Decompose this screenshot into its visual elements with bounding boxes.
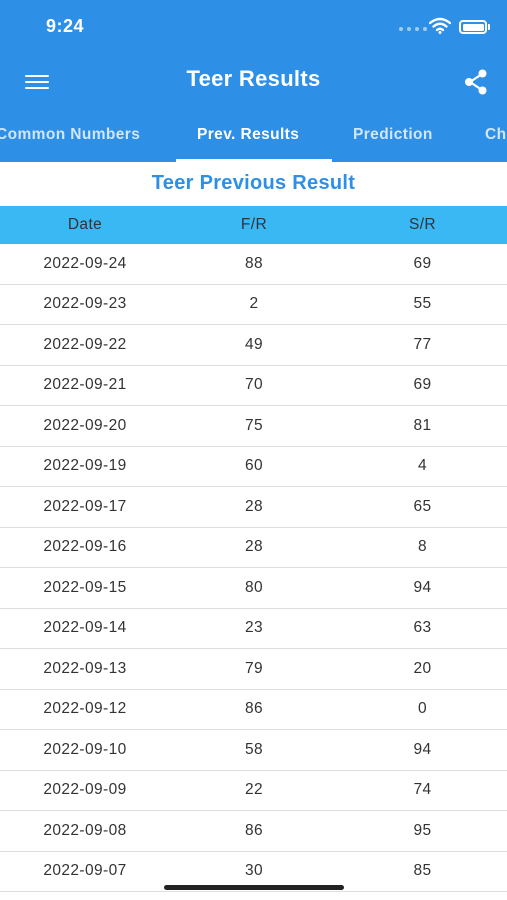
cell-fr: 88 xyxy=(244,254,264,272)
cell-date: 2022-09-24 xyxy=(43,254,127,272)
cell-fr: 28 xyxy=(244,538,264,556)
table-header: Date F/R S/R xyxy=(0,206,507,244)
cell-date: 2022-09-21 xyxy=(43,376,127,394)
cell-sr: 69 xyxy=(413,254,432,272)
cell-fr: 79 xyxy=(244,659,264,677)
share-icon[interactable] xyxy=(462,68,490,96)
cell-sr: 74 xyxy=(413,781,432,799)
cell-date: 2022-09-17 xyxy=(43,497,127,515)
results-table[interactable]: 2022-09-24 88 69 2022-09-23 2 55 2022-09-22 49 7… xyxy=(0,244,507,892)
tab-prev-results[interactable]: Prev. Results xyxy=(197,126,299,144)
cell-fr: 70 xyxy=(244,376,264,394)
cell-fr: 86 xyxy=(244,821,264,839)
table-row: 2022-09-22 49 77 xyxy=(0,325,507,366)
table-row: 2022-09-23 2 55 xyxy=(0,284,507,325)
cell-fr: 2 xyxy=(249,295,259,313)
cell-sr: 69 xyxy=(413,376,432,394)
cell-sr: 81 xyxy=(413,416,432,434)
cell-date: 2022-09-13 xyxy=(43,659,127,677)
toolbar: Teer Results xyxy=(0,54,507,110)
table-row: 2022-09-09 22 74 xyxy=(0,770,507,811)
cell-sr: 0 xyxy=(417,700,428,718)
cell-fr: 49 xyxy=(244,335,264,353)
cell-date: 2022-09-07 xyxy=(43,862,127,880)
table-row: 2022-09-08 86 95 xyxy=(0,811,507,852)
main-content: Teer Previous Result Date F/R S/R 2022-0… xyxy=(0,162,507,900)
cell-date: 2022-09-15 xyxy=(43,578,127,596)
column-header-fr: F/R xyxy=(240,216,268,233)
cell-sr: 77 xyxy=(413,335,432,353)
table-row: 2022-09-13 79 20 xyxy=(0,649,507,690)
table-row: 2022-09-16 28 8 xyxy=(0,527,507,568)
cell-sr: 8 xyxy=(417,538,428,556)
cell-date: 2022-09-09 xyxy=(43,781,127,799)
cell-fr: 58 xyxy=(244,740,264,758)
battery-icon xyxy=(459,20,487,34)
column-header-date: Date xyxy=(67,216,103,233)
cell-date: 2022-09-16 xyxy=(43,538,127,556)
cell-fr: 22 xyxy=(244,781,264,799)
cell-fr: 75 xyxy=(244,416,264,434)
table-row: 2022-09-19 60 4 xyxy=(0,446,507,487)
cell-fr: 86 xyxy=(244,700,264,718)
status-bar: 9:24 xyxy=(0,0,507,54)
table-row: 2022-09-12 86 0 xyxy=(0,689,507,730)
cell-date: 2022-09-22 xyxy=(43,335,127,353)
cell-date: 2022-09-12 xyxy=(43,700,127,718)
cell-fr: 80 xyxy=(244,578,264,596)
table-row: 2022-09-15 80 94 xyxy=(0,568,507,609)
tab-bar: Common Numbers Prev. Results Prediction … xyxy=(0,112,507,162)
section-title: Teer Previous Result xyxy=(151,172,356,194)
cell-sr: 65 xyxy=(413,497,432,515)
status-indicators xyxy=(367,0,507,54)
table-row: 2022-09-14 23 63 xyxy=(0,608,507,649)
table-row: 2022-09-21 70 69 xyxy=(0,365,507,406)
cell-date: 2022-09-23 xyxy=(43,295,127,313)
cell-fr: 60 xyxy=(244,457,264,475)
wifi-icon xyxy=(429,17,451,34)
cell-sr: 63 xyxy=(413,619,432,637)
cell-sr: 4 xyxy=(417,457,428,475)
cell-sr: 94 xyxy=(413,740,432,758)
table-row: 2022-09-17 28 65 xyxy=(0,487,507,528)
cell-date: 2022-09-10 xyxy=(43,740,127,758)
cell-sr: 85 xyxy=(413,862,432,880)
table-row: 2022-09-24 88 69 xyxy=(0,244,507,285)
cellular-signal-icon xyxy=(399,27,427,31)
cell-fr: 23 xyxy=(244,619,264,637)
table-row: 2022-09-10 58 94 xyxy=(0,730,507,771)
table-row: 2022-09-20 75 81 xyxy=(0,406,507,447)
cell-date: 2022-09-19 xyxy=(43,457,127,475)
tab-prediction[interactable]: Prediction xyxy=(353,126,433,144)
cell-sr: 55 xyxy=(413,295,432,313)
cell-sr: 95 xyxy=(413,821,432,839)
app-header: 9:24 Teer Results Common Numbers Prev. R… xyxy=(0,0,507,162)
cell-fr: 28 xyxy=(244,497,264,515)
cell-date: 2022-09-20 xyxy=(43,416,127,434)
tab-common-numbers[interactable]: Common Numbers xyxy=(0,126,140,144)
cell-date: 2022-09-08 xyxy=(43,821,127,839)
app-title: Teer Results xyxy=(186,66,321,91)
cell-sr: 94 xyxy=(413,578,432,596)
cell-sr: 20 xyxy=(413,659,432,677)
home-indicator xyxy=(164,885,344,890)
tab-chart[interactable]: Ch xyxy=(485,126,506,144)
column-header-sr: S/R xyxy=(408,216,437,233)
status-time: 9:24 xyxy=(46,16,85,36)
cell-date: 2022-09-14 xyxy=(43,619,127,637)
